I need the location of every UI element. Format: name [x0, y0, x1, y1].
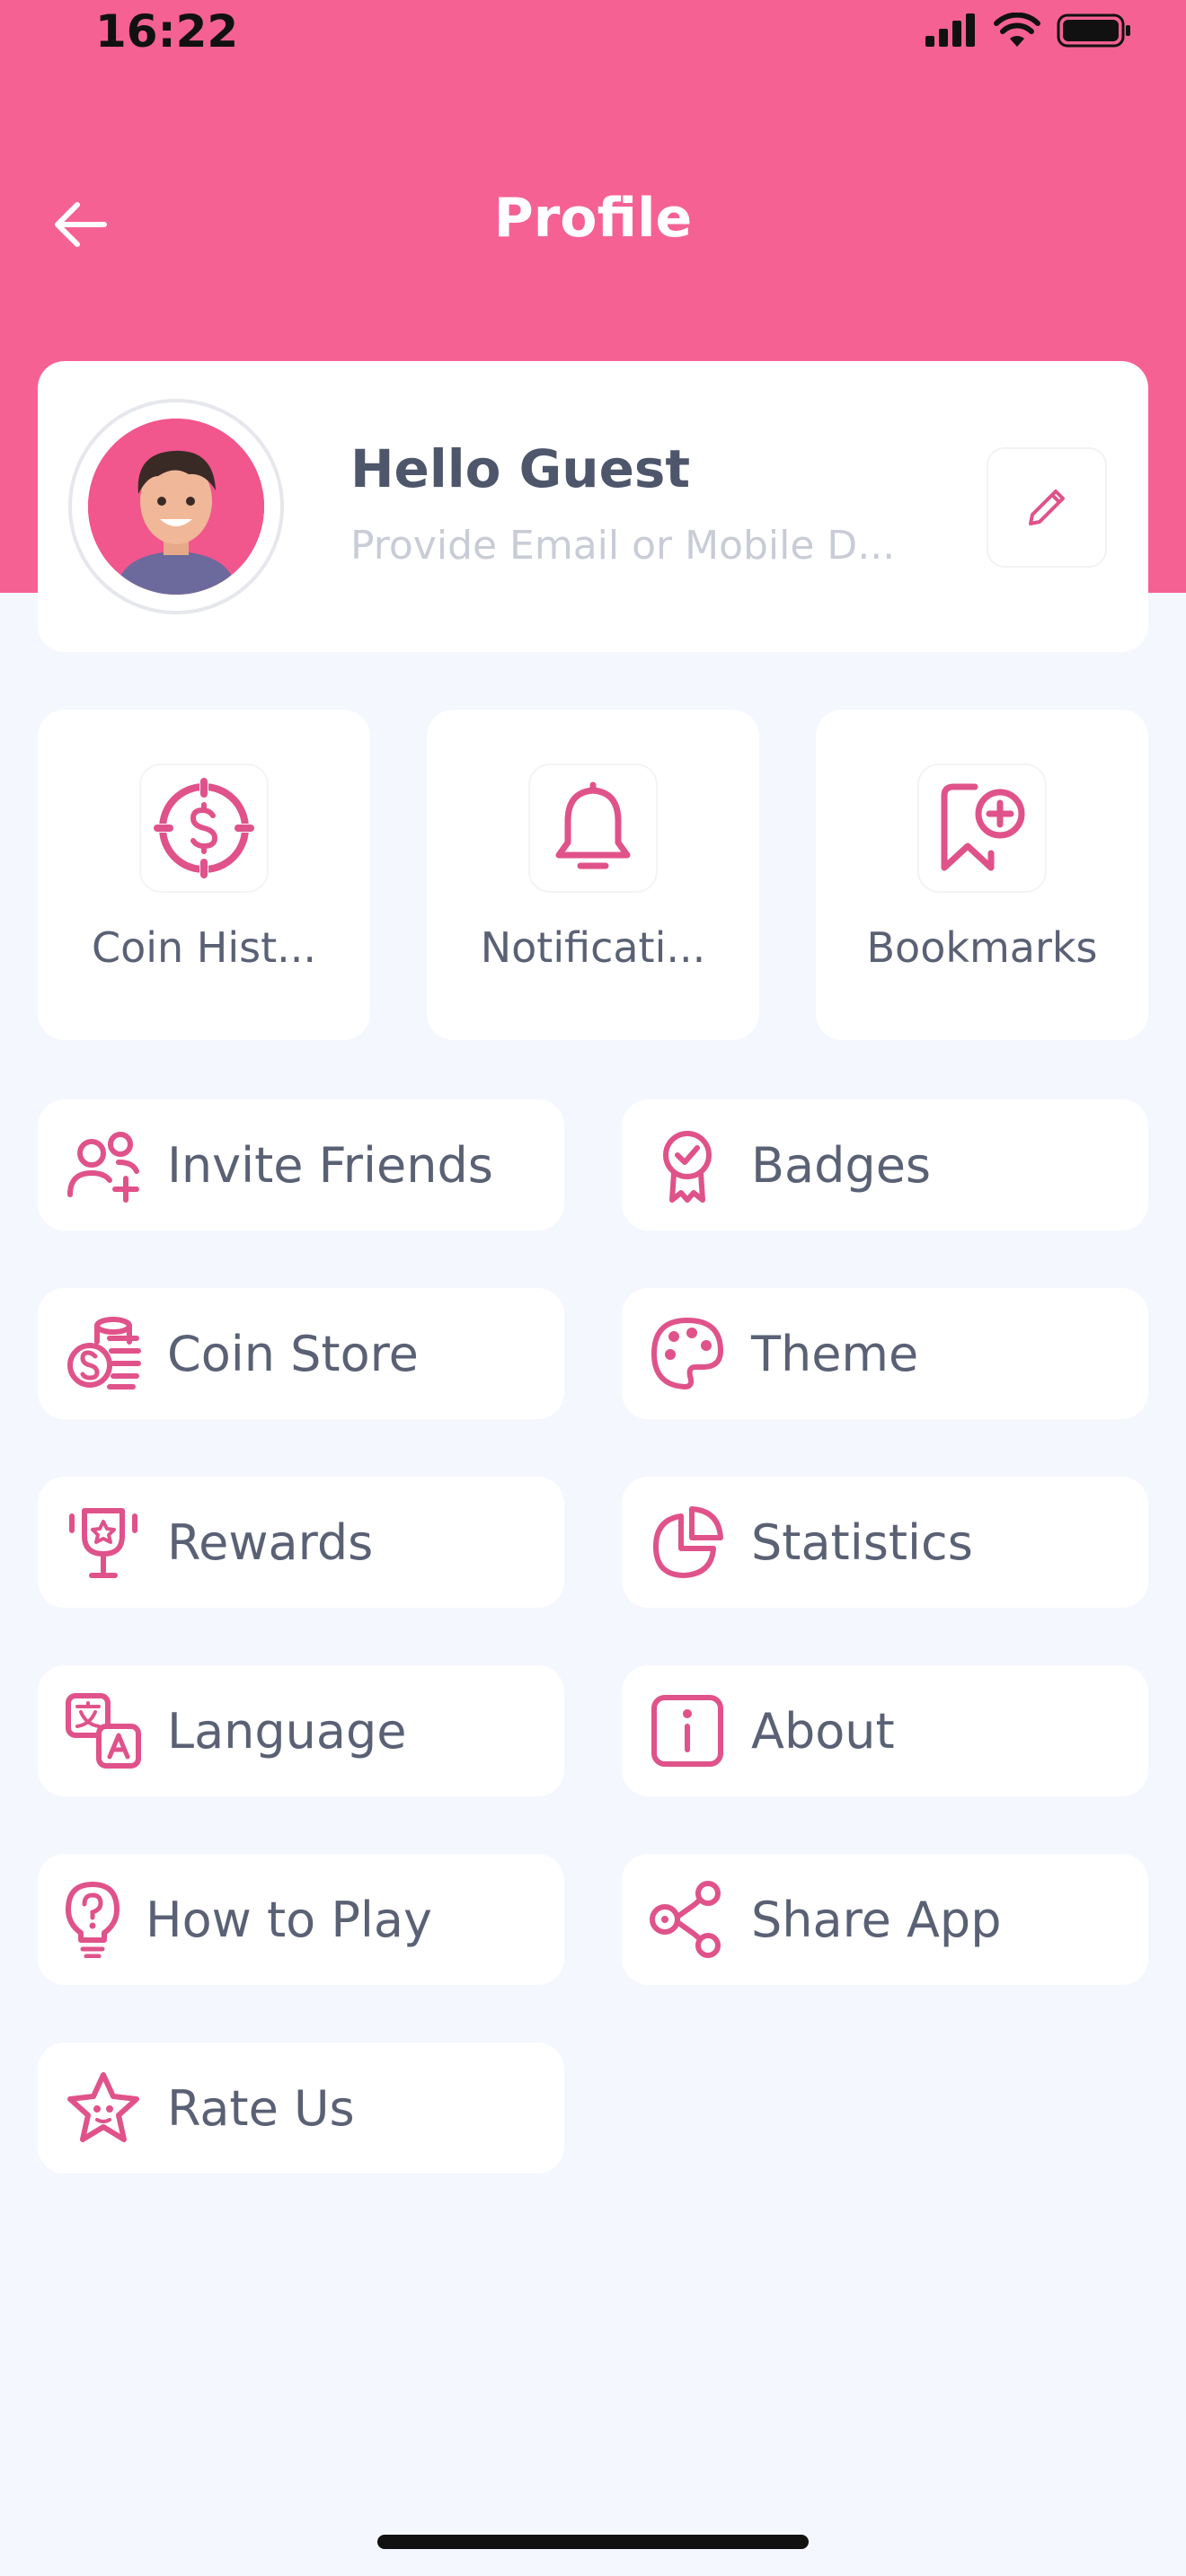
share-icon: [647, 1879, 728, 1960]
status-bar: 16:22: [0, 0, 1186, 72]
tile-label: Bookmarks: [866, 923, 1098, 972]
tile-notifications[interactable]: Notificati...: [427, 710, 759, 1040]
home-indicator[interactable]: [377, 2535, 809, 2549]
menu-share-app[interactable]: Share App: [622, 1854, 1148, 1985]
menu-coin-store[interactable]: Coin Store: [38, 1288, 564, 1419]
menu-label: Language: [167, 1702, 407, 1760]
menu-badges[interactable]: Badges: [622, 1099, 1148, 1231]
coin-store-icon: [63, 1313, 144, 1394]
palette-icon: [647, 1313, 728, 1394]
menu-label: Share App: [751, 1891, 1002, 1948]
edit-profile-button[interactable]: [987, 447, 1107, 568]
coin-history-icon: [154, 778, 254, 878]
cellular-signal-icon: [924, 13, 978, 49]
menu-rate-us[interactable]: Rate Us: [38, 2042, 564, 2174]
status-icons: [924, 13, 1132, 49]
bell-icon: [548, 778, 638, 878]
tile-label: Coin Hist...: [91, 923, 317, 972]
menu-how-to-play[interactable]: How to Play: [38, 1854, 564, 1985]
status-time: 16:22: [95, 5, 239, 57]
bookmark-add-icon: [932, 778, 1032, 878]
tile-bookmarks[interactable]: Bookmarks: [816, 710, 1148, 1040]
lightbulb-question-icon: [63, 1879, 122, 1960]
star-icon: [63, 2068, 144, 2148]
menu-label: Coin Store: [167, 1325, 419, 1382]
menu-label: Rewards: [167, 1513, 374, 1571]
page-title: Profile: [493, 187, 693, 250]
coin-history-icon-box: [139, 763, 269, 893]
pie-chart-icon: [647, 1502, 728, 1583]
menu-label: Statistics: [751, 1513, 973, 1571]
translate-icon: [63, 1690, 144, 1771]
menu-rewards[interactable]: Rewards: [38, 1477, 564, 1608]
menu-statistics[interactable]: Statistics: [622, 1477, 1148, 1608]
tile-label: Notificati...: [480, 923, 706, 972]
battery-icon: [1057, 13, 1132, 49]
menu-theme[interactable]: Theme: [622, 1288, 1148, 1419]
menu-language[interactable]: Language: [38, 1665, 564, 1796]
profile-card: Hello Guest Provide Email or Mobile D...: [38, 361, 1148, 652]
menu-invite-friends[interactable]: Invite Friends: [38, 1099, 564, 1231]
avatar-image: [88, 419, 264, 595]
wifi-icon: [994, 13, 1040, 49]
menu-label: Theme: [751, 1325, 919, 1382]
avatar[interactable]: [68, 399, 284, 614]
profile-subtitle[interactable]: Provide Email or Mobile D...: [350, 523, 979, 569]
menu-label: Invite Friends: [167, 1136, 493, 1194]
info-icon: [647, 1690, 728, 1771]
greeting-text: Hello Guest: [350, 438, 691, 499]
trophy-icon: [63, 1502, 144, 1583]
pencil-icon: [1022, 482, 1072, 533]
badge-icon: [647, 1125, 728, 1205]
menu-about[interactable]: About: [622, 1665, 1148, 1796]
menu-label: About: [751, 1702, 895, 1760]
menu-label: How to Play: [146, 1891, 432, 1948]
menu-label: Badges: [751, 1136, 932, 1194]
tile-coin-history[interactable]: Coin Hist...: [38, 710, 370, 1040]
notifications-icon-box: [528, 763, 658, 893]
invite-friends-icon: [63, 1125, 144, 1205]
menu-label: Rate Us: [167, 2079, 355, 2137]
bookmarks-icon-box: [917, 763, 1047, 893]
